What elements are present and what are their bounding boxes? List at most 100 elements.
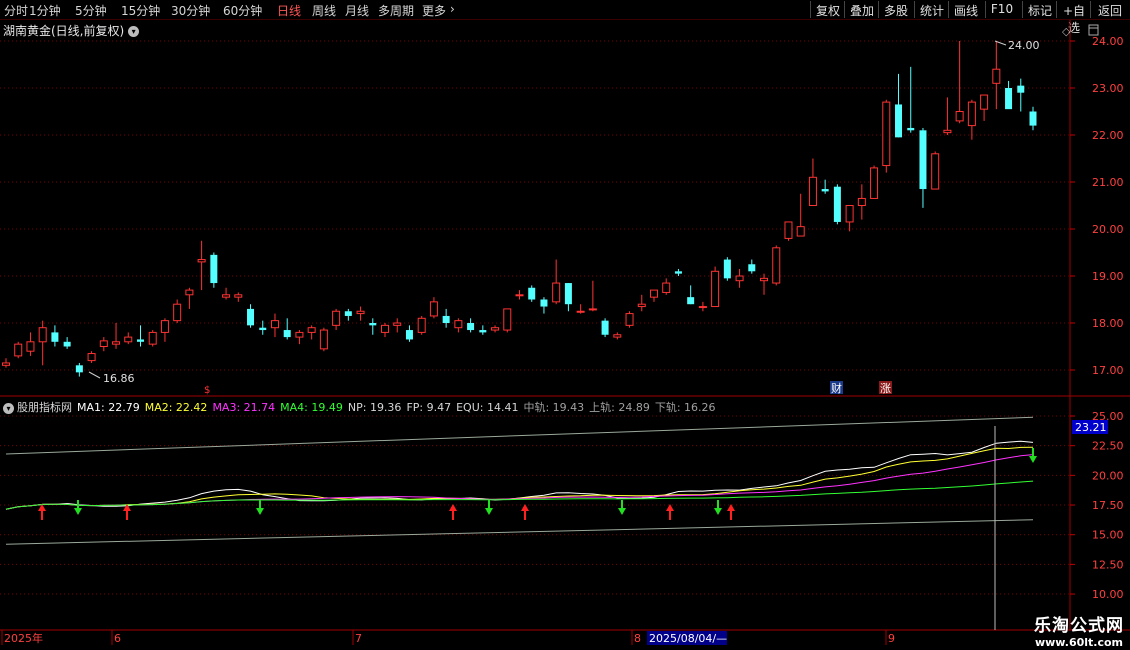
watermark: 乐淘公式网 www.60lt.com — [1034, 611, 1124, 649]
candle — [185, 287, 194, 309]
candle-body — [833, 186, 841, 222]
ma3-value: MA3: 21.74 — [212, 401, 276, 414]
candle — [479, 325, 487, 335]
candle-body — [637, 303, 646, 308]
candle — [234, 292, 243, 302]
kline-chart[interactable]: 24.00 23.00 22.00 21.00 20.00 19.00 18.00 17.00… — [0, 0, 1130, 650]
candle-body — [943, 129, 952, 134]
indicator-header: ▾ 股朋指标网 MA1: 22.79 MA2: 22.42 MA3: 21.74 MA4:… — [3, 399, 721, 415]
candle-body — [63, 341, 71, 347]
candle-body — [625, 313, 634, 326]
candle — [540, 297, 548, 314]
candle — [87, 351, 96, 363]
candle — [381, 323, 390, 338]
candle-body — [467, 323, 475, 331]
candle-body — [576, 310, 585, 313]
candle — [784, 221, 793, 241]
ma3-line — [5, 454, 1034, 510]
candle — [980, 94, 989, 121]
candle-body — [2, 362, 10, 366]
window-icon[interactable] — [1088, 24, 1099, 36]
date-axis: 2025年 6 7 8 9 2025/08/04/— — [1, 630, 895, 645]
candle — [857, 184, 866, 220]
candle-body — [270, 320, 279, 329]
candle — [601, 318, 609, 338]
indicator-tick-label: 10.00 — [1092, 588, 1124, 601]
candle-body — [381, 324, 390, 333]
date-tick-label: 9 — [888, 632, 895, 645]
upper-band — [5, 416, 1034, 455]
high-label: 24.00 — [1008, 39, 1040, 52]
candle — [442, 308, 450, 328]
candle — [931, 151, 940, 190]
candle-body — [247, 308, 255, 326]
candle — [552, 259, 561, 305]
watermark-url: www.60lt.com — [1034, 636, 1124, 649]
dividend-marker: $ — [204, 385, 210, 396]
candle-body — [992, 68, 1001, 84]
low-label: 16.86 — [103, 372, 135, 385]
indicator-name[interactable]: 股朋指标网 — [17, 401, 72, 414]
candle-body — [136, 339, 144, 342]
indicator-menu-icon[interactable]: ▾ — [3, 402, 14, 414]
candle-body — [601, 320, 609, 335]
candle — [63, 337, 71, 349]
low-pointer — [88, 371, 101, 379]
candle — [882, 99, 891, 173]
candle-body — [748, 264, 756, 272]
candle — [723, 257, 731, 281]
candle-body — [980, 94, 989, 110]
candle-body — [711, 270, 720, 308]
candle-body — [124, 336, 133, 343]
candle-body — [821, 189, 829, 192]
candle — [637, 294, 646, 312]
candle — [674, 268, 682, 276]
candle — [210, 252, 218, 288]
candle — [429, 297, 438, 319]
sell-arrow — [485, 500, 493, 515]
candle — [454, 318, 463, 333]
buy-arrow — [521, 504, 529, 520]
candle-body — [332, 310, 341, 326]
candle — [662, 278, 671, 295]
indicator-tick-label: 17.50 — [1092, 499, 1124, 512]
candle-body — [393, 322, 402, 326]
candle — [319, 327, 328, 352]
date-tick-label: 2025年 — [4, 631, 43, 645]
diamond-icon[interactable]: ◇ — [1062, 25, 1071, 38]
candle — [845, 205, 854, 232]
ma2-line — [5, 446, 1034, 510]
candle-body — [185, 289, 194, 296]
lower-band — [5, 519, 1034, 545]
candle — [748, 259, 756, 274]
candle — [625, 311, 634, 328]
candle — [821, 179, 829, 194]
candle — [2, 358, 10, 368]
candle — [687, 285, 695, 305]
candle-body — [528, 287, 536, 300]
upper-band-value: 上轨: 24.89 — [589, 401, 650, 414]
price-tick-label: 17.00 — [1092, 364, 1124, 377]
candle — [649, 289, 658, 302]
mid-band-value: 中轨: 19.43 — [523, 401, 585, 414]
watermark-title: 乐淘公式网 — [1034, 616, 1124, 636]
candle-body — [173, 303, 182, 322]
ma4-value: MA4: 19.49 — [280, 401, 343, 414]
candle — [283, 318, 291, 340]
candle — [870, 165, 879, 199]
candle-body — [588, 308, 597, 311]
indicator-lines — [5, 416, 1034, 630]
sell-arrow — [1029, 448, 1037, 463]
cursor-date: 2025/08/04/— — [649, 632, 727, 645]
candle-body — [283, 330, 291, 338]
candle-body — [772, 247, 781, 284]
indicator-grid — [0, 415, 1070, 595]
candle-body — [222, 294, 231, 298]
candle — [895, 73, 903, 138]
candle-body — [259, 327, 267, 331]
candle — [51, 325, 59, 347]
candle — [332, 308, 341, 331]
ma2-value: MA2: 22.42 — [144, 401, 208, 414]
candle-body — [295, 331, 304, 338]
candle — [136, 325, 144, 347]
